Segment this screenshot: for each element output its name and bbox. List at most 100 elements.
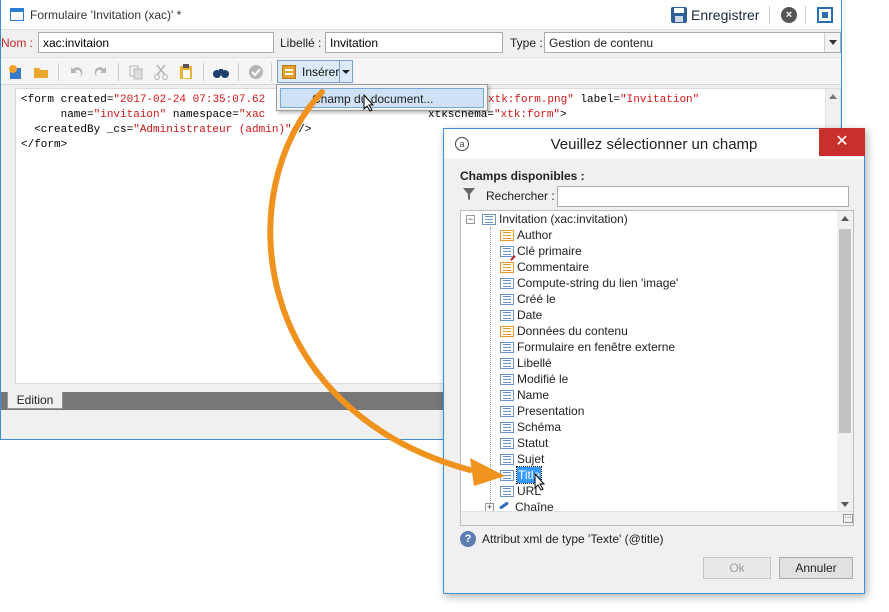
field-icon	[500, 389, 514, 401]
main-titlebar: Formulaire 'Invitation (xac)' * Enregist…	[1, 0, 841, 30]
tree-item-label: Clé primaire	[517, 244, 582, 258]
scroll-down-icon[interactable]	[841, 502, 849, 507]
field-icon	[500, 293, 514, 305]
binoculars-icon[interactable]	[212, 63, 230, 81]
tree-item[interactable]: Formulaire en fenêtre externe	[500, 339, 675, 355]
separator	[769, 6, 770, 24]
type-select[interactable]: Gestion de contenu	[544, 32, 841, 53]
tree-item[interactable]: Créé le	[500, 291, 556, 307]
tree-item-label: Date	[517, 308, 543, 322]
insert-dropdown-menu: Champ du document...	[276, 84, 488, 111]
field-icon	[500, 437, 514, 449]
element-icon	[482, 213, 496, 225]
field-icon	[500, 277, 514, 289]
tree-item-label: Créé le	[517, 292, 556, 306]
field-icon	[500, 261, 514, 273]
redo-icon[interactable]	[92, 63, 110, 81]
insert-field-icon	[282, 64, 296, 79]
tree-item[interactable]: Statut	[500, 435, 548, 451]
tree-item-label: Modifié le	[517, 372, 569, 386]
field-icon	[500, 229, 514, 241]
tree-item[interactable]: Author	[500, 227, 552, 243]
code-line-2: name="invitaion" namespace="xac	[21, 109, 266, 121]
tree-item-label: Author	[517, 228, 553, 242]
paste-icon[interactable]	[177, 63, 195, 81]
field-icon	[500, 453, 514, 465]
scroll-thumb[interactable]	[839, 229, 851, 433]
field-icon	[500, 373, 514, 385]
scroll-up-icon[interactable]	[829, 94, 837, 99]
tree-guide	[490, 227, 491, 503]
collapse-toggle-icon[interactable]: −	[466, 215, 475, 224]
tree-item[interactable]: Name	[500, 387, 549, 403]
separator	[118, 63, 119, 81]
floppy-disk-icon	[671, 7, 687, 23]
field-icon	[500, 309, 514, 321]
window-app-icon	[10, 8, 24, 21]
tree-item-label: Presentation	[517, 404, 585, 418]
tree-root[interactable]: Invitation (xac:invitation)	[482, 211, 628, 227]
tree-horizontal-scrollbar[interactable]: ···	[461, 511, 853, 525]
tab-edition[interactable]: Edition	[7, 392, 63, 409]
search-label: Rechercher :	[486, 189, 555, 203]
fields-tree[interactable]: − Invitation (xac:invitation) Author Clé …	[460, 210, 854, 526]
tree-item[interactable]: Schéma	[500, 419, 561, 435]
tree-item[interactable]: Données du contenu	[500, 323, 628, 339]
insert-button-label: Insérer	[302, 64, 340, 79]
open-folder-icon[interactable]	[32, 63, 50, 81]
insert-dropdown-arrow-icon[interactable]	[339, 61, 352, 82]
check-icon[interactable]	[247, 63, 265, 81]
code-line-4: </form>	[21, 139, 68, 151]
select-field-dialog: a Veuillez sélectionner un champ ✕ Champ…	[443, 128, 865, 594]
nom-input[interactable]	[38, 32, 274, 53]
field-icon	[500, 341, 514, 353]
save-button[interactable]: Enregistrer	[671, 5, 759, 25]
close-circle-icon[interactable]: ×	[781, 7, 797, 23]
type-label: Type :	[510, 36, 543, 50]
tree-item[interactable]: Presentation	[500, 403, 584, 419]
new-icon[interactable]	[7, 63, 25, 81]
menu-item-document-field[interactable]: Champ du document...	[280, 88, 484, 108]
insert-button[interactable]: Insérer	[277, 60, 353, 83]
maximize-icon[interactable]	[817, 7, 833, 23]
copy-icon[interactable]	[127, 63, 145, 81]
tree-item-label: Compute-string du lien 'image'	[517, 276, 679, 290]
help-icon: ?	[460, 531, 476, 547]
code-line-1: <form created="2017-02-24 07:35:07.62	[21, 94, 266, 106]
tree-item[interactable]: Date	[500, 307, 542, 323]
tree-item[interactable]: Sujet	[500, 451, 544, 467]
tree-vertical-scrollbar[interactable]	[837, 211, 853, 511]
search-input[interactable]	[557, 186, 849, 207]
tree-item-label: Libellé	[517, 356, 552, 370]
cancel-button[interactable]: Annuler	[779, 557, 853, 579]
libelle-label: Libellé :	[280, 36, 322, 50]
separator	[271, 63, 272, 81]
more-icon[interactable]: ···	[843, 514, 853, 523]
tree-item[interactable]: Modifié le	[500, 371, 568, 387]
tree-item[interactable]: Compute-string du lien 'image'	[500, 275, 678, 291]
field-icon	[500, 325, 514, 337]
field-info: ? Attribut xml de type 'Texte' (@title)	[460, 531, 664, 547]
tree-item-label: Statut	[517, 436, 549, 450]
code-line-3: <createdBy _cs="Administrateur (admin)" …	[21, 124, 312, 136]
tree-item[interactable]: Commentaire	[500, 259, 589, 275]
available-fields-label: Champs disponibles :	[460, 169, 585, 183]
dialog-close-button[interactable]: ✕	[819, 128, 865, 156]
libelle-input[interactable]	[325, 32, 503, 53]
scroll-up-icon[interactable]	[841, 216, 849, 221]
mouse-cursor-icon	[534, 473, 546, 491]
tree-item-label: Sujet	[517, 452, 545, 466]
filter-icon	[462, 187, 476, 201]
header-fields: Nom : Libellé : Type : Gestion de conten…	[1, 31, 841, 55]
save-button-label: Enregistrer	[691, 7, 760, 23]
cut-icon[interactable]	[152, 63, 170, 81]
field-icon	[500, 405, 514, 417]
tree-item[interactable]: Libellé	[500, 355, 552, 371]
undo-icon[interactable]	[67, 63, 85, 81]
editor-toolbar: Insérer	[1, 57, 841, 85]
tree-item-label: Données du contenu	[517, 324, 628, 338]
separator	[238, 63, 239, 81]
ok-button[interactable]: Ok	[703, 557, 771, 579]
window-title: Formulaire 'Invitation (xac)' *	[30, 8, 182, 22]
tree-item[interactable]: Clé primaire	[500, 243, 582, 259]
